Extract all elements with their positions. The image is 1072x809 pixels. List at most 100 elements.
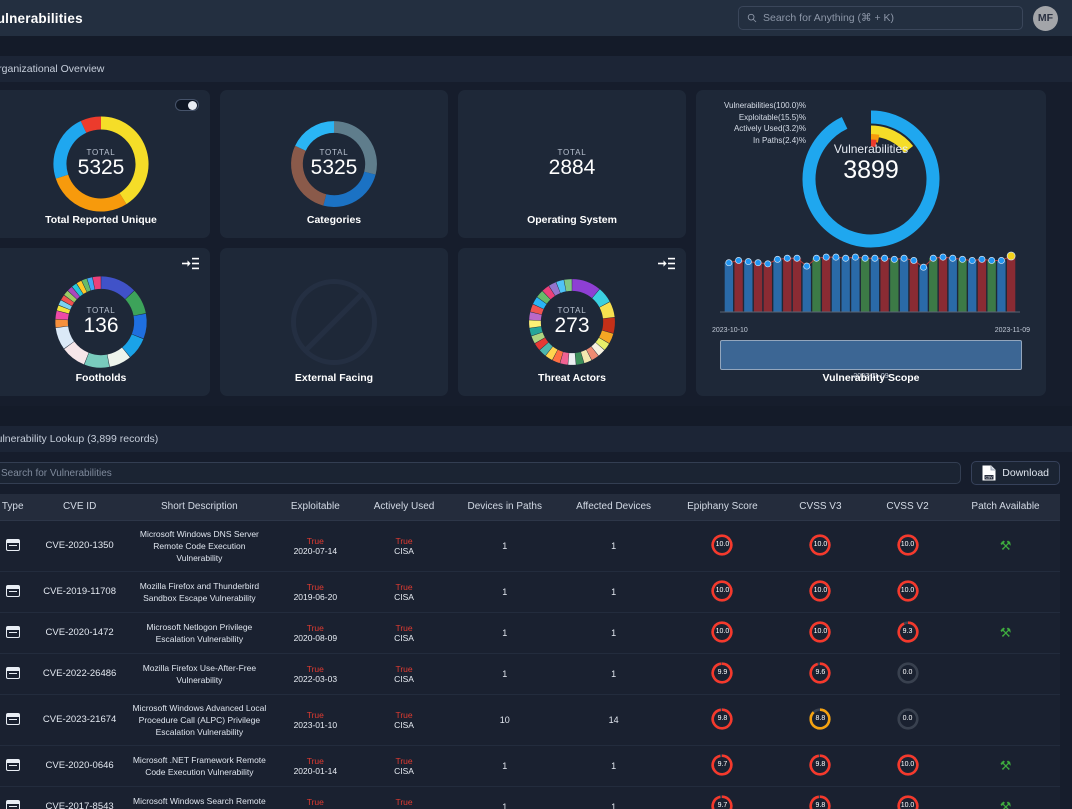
cell-type: [0, 653, 33, 694]
donut-operating-system: TOTAL 2884: [525, 117, 619, 211]
toggle-switch-icon[interactable]: [175, 99, 199, 111]
card-categories[interactable]: TOTAL 5325 Categories: [220, 90, 448, 238]
device-icon: [6, 759, 20, 771]
cell-affected-devices: 1: [559, 571, 668, 612]
cell-patch-available: ⚒: [951, 520, 1060, 571]
card-label: Operating System: [458, 214, 686, 226]
scope-timeline-chart: 2023-10-10 2023-11-09 2023-11-09: [710, 242, 1032, 380]
cvss-v3-ring-value: 10.0: [808, 620, 832, 644]
column-header-cvss-v2[interactable]: CVSS V2: [864, 494, 951, 520]
card-total-reported-unique[interactable]: TOTAL 5325 Total Reported Unique: [0, 90, 210, 238]
table-row[interactable]: CVE-2019-11708Mozilla Firefox and Thunde…: [0, 571, 1060, 612]
card-vulnerability-scope[interactable]: Vulnerabilities(100.0)% Exploitable(15.5…: [696, 90, 1046, 396]
column-header-exploitable[interactable]: Exploitable: [273, 494, 358, 520]
exploitable-flag: True: [277, 664, 354, 674]
column-header-short-description[interactable]: Short Description: [126, 494, 273, 520]
column-header-devices-in-paths[interactable]: Devices in Paths: [450, 494, 559, 520]
global-search-input[interactable]: [763, 12, 1014, 24]
actively-used-flag: True: [362, 623, 447, 633]
epiphany-score-ring: 10.0: [710, 620, 734, 644]
global-search-box[interactable]: [738, 6, 1023, 30]
device-icon: [6, 539, 20, 551]
column-header-actively-used[interactable]: Actively Used: [358, 494, 451, 520]
table-body: CVE-2020-1350Microsoft Windows DNS Serve…: [0, 520, 1060, 809]
column-header-cvss-v3[interactable]: CVSS V3: [777, 494, 864, 520]
actively-used-flag: True: [362, 582, 447, 592]
table-row[interactable]: CVE-2020-1472Microsoft Netlogon Privileg…: [0, 612, 1060, 653]
scope-inner: Vulnerabilities(100.0)% Exploitable(15.5…: [696, 90, 1046, 396]
cell-actively-used: TrueCISA: [358, 653, 451, 694]
cell-cve-id: CVE-2017-8543: [33, 786, 126, 809]
cell-short-description: Microsoft Netlogon Privilege Escalation …: [126, 612, 273, 653]
no-data-icon: [291, 279, 377, 365]
card-label: Footholds: [0, 372, 210, 384]
timeline-brush-selector[interactable]: [720, 340, 1022, 370]
page-title: Vulnerabilities: [0, 11, 83, 26]
epiphany-score-ring-value: 10.0: [710, 533, 734, 557]
cell-epiphany-score: 9.7: [668, 745, 777, 786]
exploitable-date: 2023-01-10: [277, 720, 354, 730]
cell-exploitable: True2017-06-13: [273, 786, 358, 809]
epiphany-score-ring-value: 9.8: [710, 707, 734, 731]
cell-devices-in-paths: 1: [450, 653, 559, 694]
cell-cvss-v3: 8.8: [777, 694, 864, 745]
exploitable-flag: True: [277, 623, 354, 633]
table-row[interactable]: CVE-2020-0646Microsoft .NET Framework Re…: [0, 745, 1060, 786]
vulnerability-search-input[interactable]: [1, 468, 952, 479]
cell-affected-devices: 1: [559, 786, 668, 809]
table-row[interactable]: CVE-2023-21674Microsoft Windows Advanced…: [0, 694, 1060, 745]
exploitable-date: 2022-03-03: [277, 674, 354, 684]
column-header-affected-devices[interactable]: Affected Devices: [559, 494, 668, 520]
cell-cve-id: CVE-2020-1350: [33, 520, 126, 571]
cvss-v3-ring-value: 9.6: [808, 661, 832, 685]
wrench-icon: ⚒: [1000, 758, 1012, 773]
cell-epiphany-score: 10.0: [668, 571, 777, 612]
cell-short-description: Microsoft Windows Search Remote Code Exe…: [126, 786, 273, 809]
cell-affected-devices: 1: [559, 612, 668, 653]
epiphany-score-ring-value: 9.9: [710, 661, 734, 685]
column-header-cve-id[interactable]: CVE ID: [33, 494, 126, 520]
card-operating-system[interactable]: TOTAL 2884 Operating System: [458, 90, 686, 238]
download-button[interactable]: CSV Download: [971, 461, 1060, 485]
cvss-v3-ring: 8.8: [808, 707, 832, 731]
cell-cve-id: CVE-2023-21674: [33, 694, 126, 745]
column-header-patch-available[interactable]: Patch Available: [951, 494, 1060, 520]
lookup-panel: CSV Download Type CVE ID Short Descripti…: [0, 452, 1072, 809]
table-row[interactable]: CVE-2020-1350Microsoft Windows DNS Serve…: [0, 520, 1060, 571]
cell-short-description: Mozilla Firefox Use-After-Free Vulnerabi…: [126, 653, 273, 694]
card-external-facing[interactable]: External Facing: [220, 248, 448, 396]
vulnerability-search-box[interactable]: [0, 462, 961, 484]
cell-patch-available: ⚒: [951, 745, 1060, 786]
cell-cvss-v3: 10.0: [777, 520, 864, 571]
search-icon: [747, 13, 757, 23]
cell-epiphany-score: 10.0: [668, 612, 777, 653]
csv-file-icon: CSV: [982, 465, 996, 481]
epiphany-score-ring: 10.0: [710, 533, 734, 557]
exploitable-date: 2020-01-14: [277, 766, 354, 776]
card-footholds[interactable]: TOTAL 136 Footholds: [0, 248, 210, 396]
exploitable-flag: True: [277, 536, 354, 546]
card-threat-actors[interactable]: TOTAL 273 Threat Actors: [458, 248, 686, 396]
column-header-epiphany-score[interactable]: Epiphany Score: [668, 494, 777, 520]
threat-actors-collapse-button[interactable]: [658, 257, 675, 275]
cell-patch-available: [951, 571, 1060, 612]
cell-exploitable: True2022-03-03: [273, 653, 358, 694]
header-spacer: [0, 36, 1072, 56]
column-header-type[interactable]: Type: [0, 494, 33, 520]
epiphany-score-ring-value: 9.7: [710, 794, 734, 809]
table-row[interactable]: CVE-2017-8543Microsoft Windows Search Re…: [0, 786, 1060, 809]
cell-short-description: Microsoft .NET Framework Remote Code Exe…: [126, 745, 273, 786]
actively-used-source: CISA: [362, 674, 447, 684]
actively-used-flag: True: [362, 536, 447, 546]
table-row[interactable]: CVE-2022-26486Mozilla Firefox Use-After-…: [0, 653, 1060, 694]
footholds-collapse-button[interactable]: [182, 257, 199, 275]
donut-chart-icon: [287, 117, 381, 211]
avatar[interactable]: MF: [1033, 6, 1058, 31]
donut-chart-icon: [51, 272, 151, 372]
timeline-axis: 2023-10-10 2023-11-09: [710, 327, 1032, 334]
cell-patch-available: ⚒: [951, 612, 1060, 653]
scope-legend: Vulnerabilities(100.0)% Exploitable(15.5…: [724, 100, 806, 146]
cell-cvss-v2: 10.0: [864, 786, 951, 809]
cell-actively-used: TrueCISA: [358, 745, 451, 786]
total-reported-toggle[interactable]: [175, 99, 199, 111]
